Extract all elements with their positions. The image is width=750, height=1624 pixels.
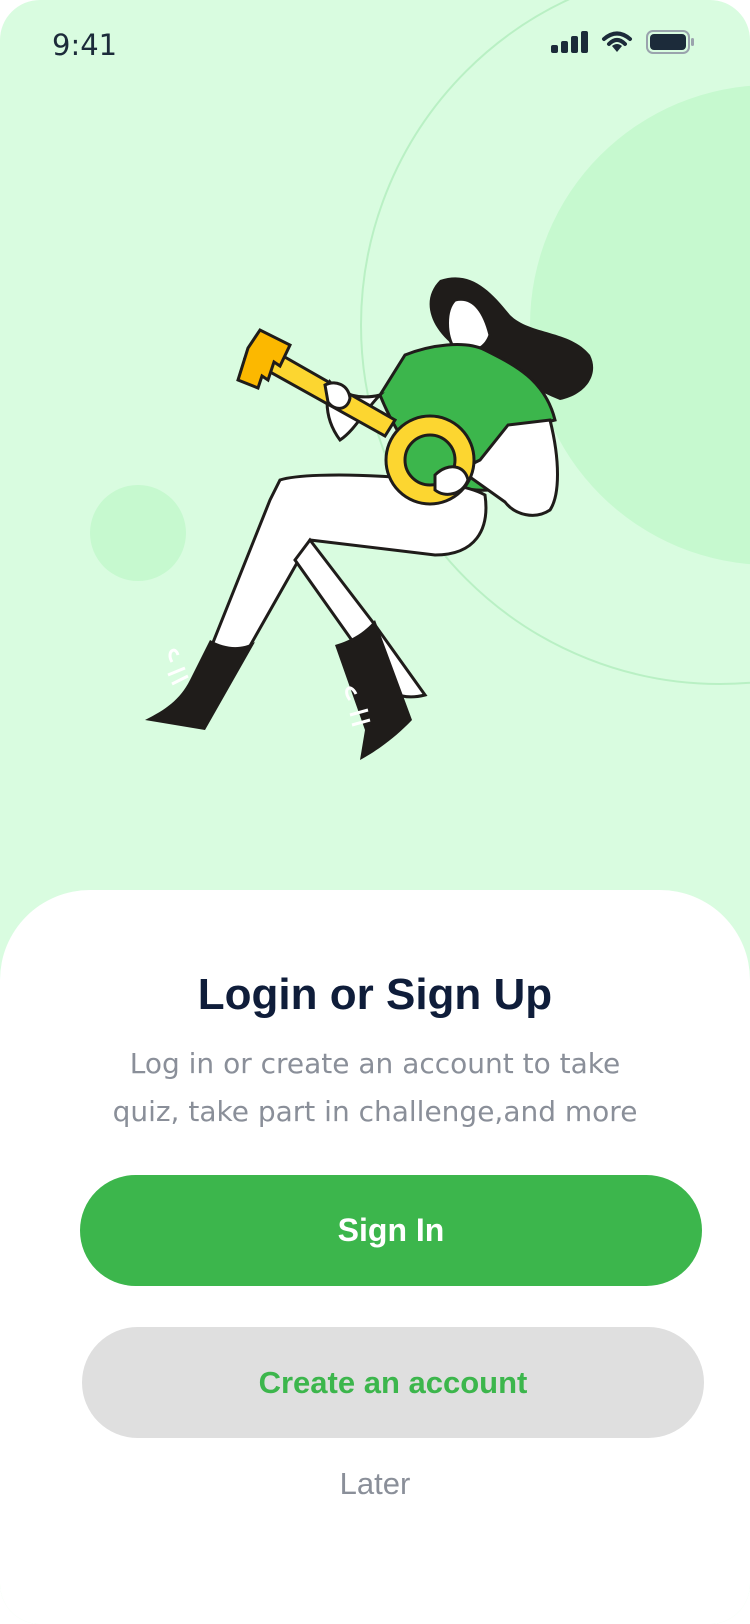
sign-in-button[interactable]: Sign In bbox=[80, 1175, 702, 1286]
page-title: Login or Sign Up bbox=[197, 970, 553, 1019]
status-bar: 9:41 bbox=[0, 0, 750, 92]
wifi-icon bbox=[600, 30, 634, 58]
cellular-signal-icon bbox=[550, 31, 588, 57]
create-account-button[interactable]: Create an account bbox=[82, 1327, 704, 1438]
battery-icon bbox=[646, 30, 694, 58]
login-screen: 9:41 Login or Sign Up Log in or create a… bbox=[0, 0, 750, 1624]
status-time: 9:41 bbox=[52, 28, 118, 62]
page-subtitle: Log in or create an account to take quiz… bbox=[112, 1047, 638, 1128]
status-icons bbox=[550, 30, 694, 58]
later-link[interactable]: Later bbox=[0, 1466, 750, 1502]
woman-holding-key-illustration bbox=[130, 270, 610, 790]
